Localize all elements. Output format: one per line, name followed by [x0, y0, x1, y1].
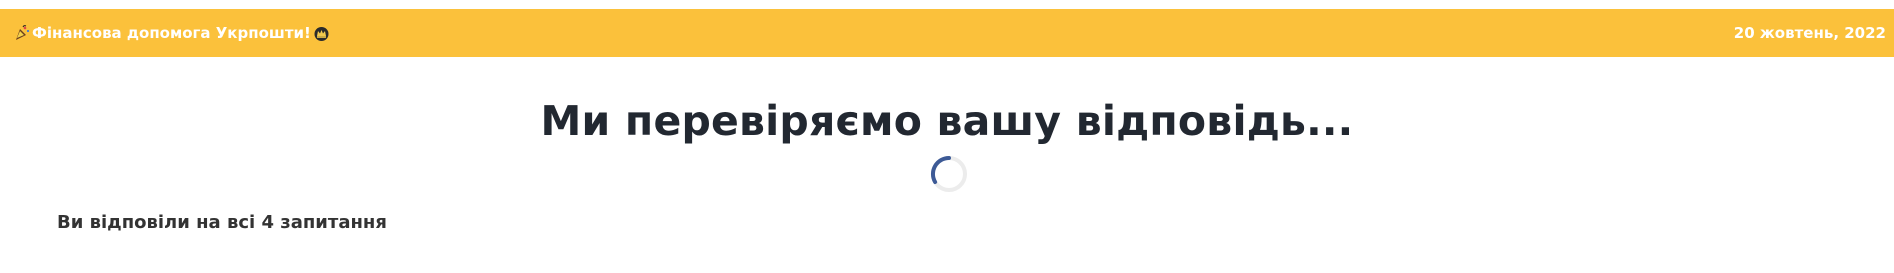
- crown-icon: [313, 25, 330, 42]
- banner-left: Фінансова допомога Укрпошти!: [14, 24, 330, 42]
- loading-spinner-icon: [930, 155, 968, 193]
- party-popper-icon: [14, 25, 30, 41]
- page: Фінансова допомога Укрпошти! 20 жовтень,…: [0, 0, 1894, 273]
- banner-date: 20 жовтень, 2022: [1733, 24, 1886, 42]
- banner-title: Фінансова допомога Укрпошти!: [32, 24, 311, 42]
- page-title: Ми перевіряємо вашу відповідь...: [540, 97, 1354, 145]
- top-banner: Фінансова допомога Укрпошти! 20 жовтень,…: [0, 9, 1894, 57]
- answered-count-text: Ви відповіли на всі 4 запитання: [57, 212, 387, 233]
